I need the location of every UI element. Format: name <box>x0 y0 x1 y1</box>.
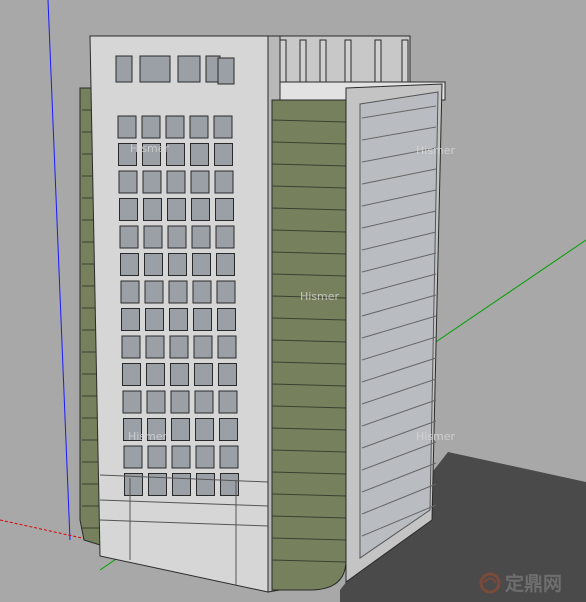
window <box>123 445 143 469</box>
window <box>146 363 165 386</box>
window <box>193 335 213 359</box>
window <box>216 280 236 304</box>
window <box>147 445 167 469</box>
window <box>195 418 214 441</box>
window <box>217 308 236 331</box>
window <box>217 57 235 85</box>
roof-column <box>374 39 382 87</box>
roof-column <box>401 39 409 87</box>
window <box>189 115 209 139</box>
window <box>166 143 185 166</box>
window <box>168 253 187 276</box>
window <box>193 308 212 331</box>
window <box>190 143 209 166</box>
window <box>194 390 214 414</box>
roof-column <box>279 39 287 87</box>
window <box>218 390 238 414</box>
roof-frame <box>267 35 411 83</box>
window <box>170 390 190 414</box>
window <box>120 280 140 304</box>
window <box>190 170 210 194</box>
watermark: Hismer <box>416 430 456 443</box>
window <box>192 280 212 304</box>
window <box>170 363 189 386</box>
model-viewport[interactable]: Hismer Hismer Hismer Hismer Hismer 定鼎网 <box>0 0 586 602</box>
window <box>214 170 234 194</box>
window <box>121 335 141 359</box>
window <box>216 253 235 276</box>
window <box>144 280 164 304</box>
window <box>167 225 187 249</box>
watermark: Hismer <box>130 142 170 155</box>
window <box>195 445 215 469</box>
roof-column <box>319 39 327 87</box>
window <box>215 198 234 221</box>
window <box>191 198 210 221</box>
window <box>171 418 190 441</box>
window <box>141 115 161 139</box>
window <box>117 115 137 139</box>
window <box>191 225 211 249</box>
window <box>196 473 215 496</box>
window <box>219 445 239 469</box>
window <box>146 390 166 414</box>
window <box>172 473 191 496</box>
window <box>121 308 140 331</box>
window <box>115 55 133 83</box>
window <box>119 198 138 221</box>
window <box>166 170 186 194</box>
window <box>214 143 233 166</box>
window <box>145 308 164 331</box>
window <box>142 170 162 194</box>
window <box>218 363 237 386</box>
window <box>167 198 186 221</box>
window <box>118 170 138 194</box>
window <box>177 55 201 83</box>
watermark: Hismer <box>128 430 168 443</box>
roof-column <box>344 39 352 87</box>
window <box>119 225 139 249</box>
window <box>217 335 237 359</box>
building-scene: Hismer Hismer Hismer Hismer Hismer 定鼎网 <box>0 0 586 602</box>
window <box>215 225 235 249</box>
window <box>143 198 162 221</box>
window <box>144 253 163 276</box>
window <box>120 253 139 276</box>
window <box>169 308 188 331</box>
window <box>143 225 163 249</box>
window <box>213 115 233 139</box>
window <box>168 280 188 304</box>
roof-column <box>299 39 307 87</box>
window <box>194 363 213 386</box>
window <box>122 363 141 386</box>
watermark: Hismer <box>416 144 456 157</box>
window <box>192 253 211 276</box>
watermark: Hismer <box>300 290 340 303</box>
window <box>169 335 189 359</box>
window <box>145 335 165 359</box>
blue-axis <box>47 0 71 541</box>
window <box>219 418 238 441</box>
logo-text: 定鼎网 <box>505 572 562 595</box>
window <box>165 115 185 139</box>
window <box>122 390 142 414</box>
window <box>171 445 191 469</box>
window <box>139 55 171 83</box>
